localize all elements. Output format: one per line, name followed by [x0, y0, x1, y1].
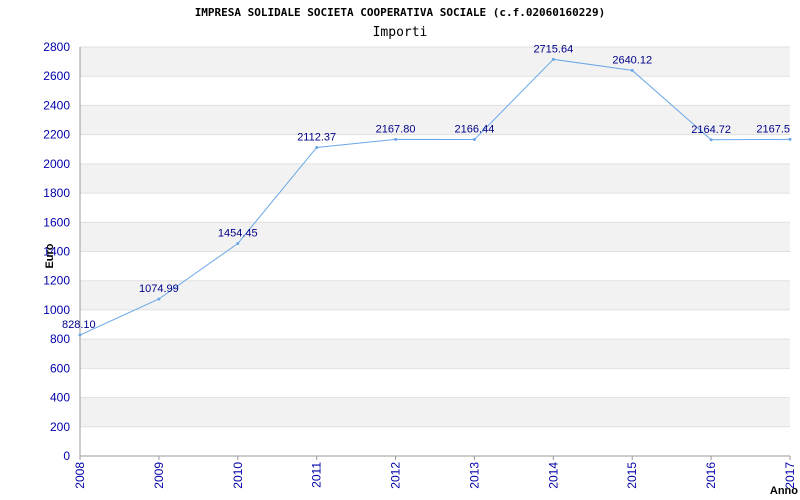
data-point: [78, 333, 82, 337]
data-label: 2112.37: [297, 131, 336, 143]
grid-band: [80, 47, 790, 77]
grid-band: [80, 105, 790, 135]
data-label: 1074.99: [139, 283, 179, 295]
data-point: [157, 297, 161, 301]
data-label: 828.10: [62, 319, 96, 331]
data-label: 2167.80: [376, 123, 416, 135]
data-label: 2167.5: [756, 123, 790, 135]
data-label: 2640.12: [612, 54, 652, 66]
data-label: 1454.45: [218, 228, 258, 240]
data-point: [394, 137, 398, 141]
y-tick-label: 2800: [43, 40, 70, 54]
y-tick-label: 1800: [43, 186, 70, 200]
grid-band: [80, 397, 790, 427]
data-point: [709, 138, 713, 142]
data-point: [236, 242, 240, 246]
data-point: [630, 68, 634, 72]
data-label: 2166.44: [455, 124, 495, 136]
line-chart: 0200400600800100012001400160018002000220…: [43, 40, 798, 497]
x-tick-label: 2015: [625, 462, 639, 489]
grid-band: [80, 193, 790, 223]
data-point: [315, 145, 319, 149]
x-tick-label: 2011: [310, 462, 324, 488]
x-tick-label: 2013: [467, 462, 481, 489]
y-tick-label: 800: [50, 332, 70, 346]
x-tick-label: 2012: [389, 462, 403, 489]
y-tick-label: 1600: [43, 215, 70, 229]
grid-band: [80, 339, 790, 369]
y-tick-label: 1200: [43, 274, 70, 288]
grid-band: [80, 251, 790, 281]
y-tick-label: 2600: [43, 69, 70, 83]
grid-band: [80, 309, 790, 340]
x-tick-label: 2010: [231, 462, 245, 489]
grid-band: [80, 222, 790, 252]
grid-band: [80, 280, 790, 310]
data-point: [788, 137, 792, 141]
x-axis-label: Anno: [770, 485, 798, 497]
data-label: 2164.72: [691, 124, 731, 136]
grid-band: [80, 76, 790, 106]
grid-band: [80, 368, 790, 398]
y-tick-label: 200: [50, 420, 70, 434]
data-point: [472, 138, 476, 142]
data-label: 2715.64: [533, 43, 573, 55]
grid-band: [80, 426, 790, 456]
x-tick-label: 2009: [152, 462, 166, 489]
x-tick-label: 2016: [704, 462, 718, 489]
x-tick-label: 2014: [546, 462, 560, 489]
grid-band: [80, 163, 790, 194]
data-point: [551, 57, 555, 61]
y-tick-label: 0: [63, 449, 70, 463]
y-tick-label: 600: [50, 361, 70, 375]
y-tick-label: 2200: [43, 128, 70, 142]
y-tick-label: 2400: [43, 98, 70, 112]
y-axis-label: Euro: [44, 243, 56, 268]
y-tick-label: 2000: [43, 157, 70, 171]
x-tick-label: 2008: [73, 462, 87, 489]
y-tick-label: 400: [50, 391, 70, 405]
y-tick-label: 1000: [43, 303, 70, 317]
